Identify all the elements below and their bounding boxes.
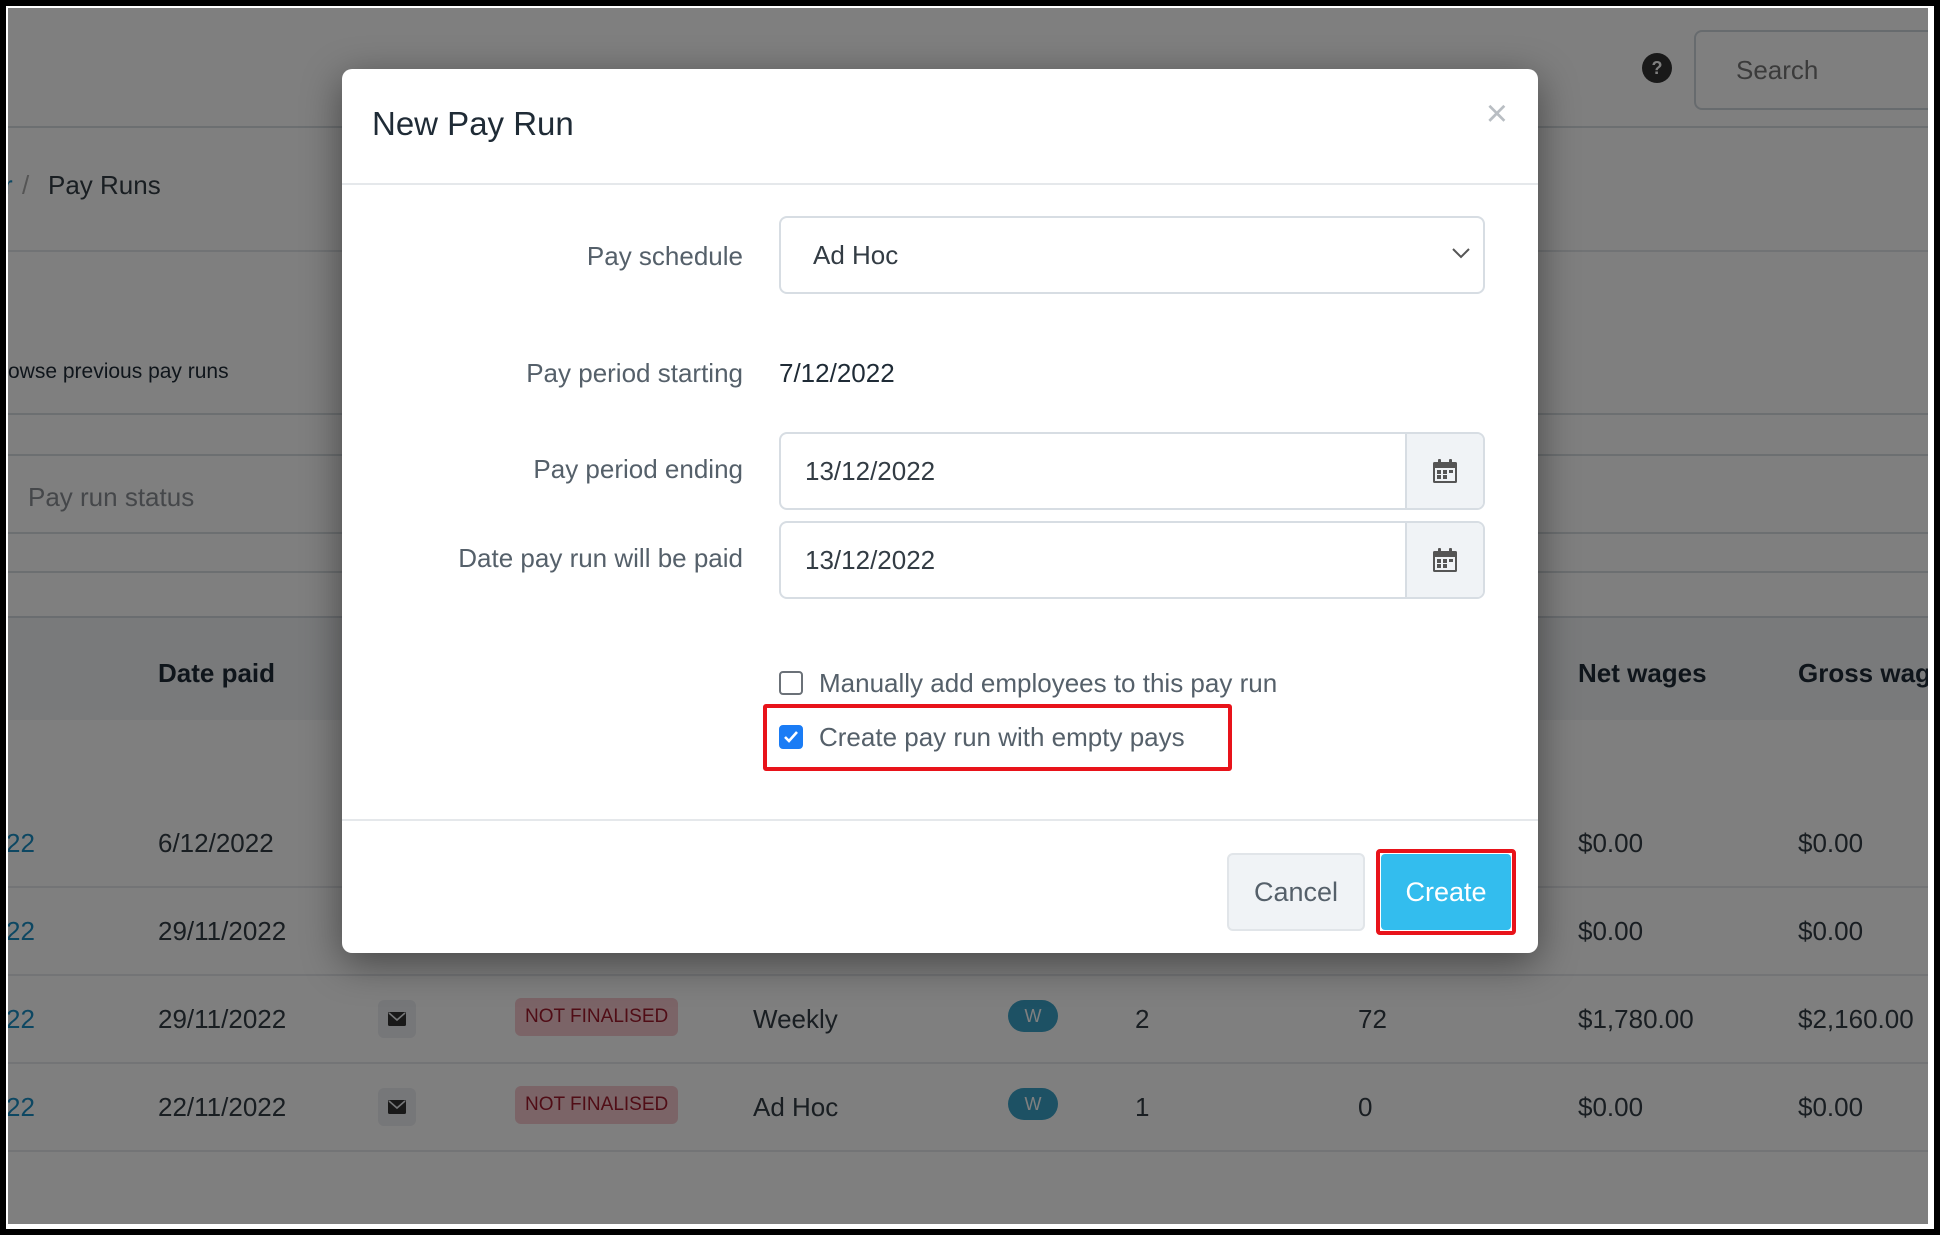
pay-period-starting-label: Pay period starting [526, 358, 743, 388]
date-paid-calendar-button[interactable] [1405, 523, 1483, 597]
pay-period-ending-calendar-button[interactable] [1405, 434, 1483, 508]
create-button[interactable]: Create [1381, 854, 1511, 930]
pay-period-starting-value: 7/12/2022 [779, 358, 895, 388]
manually-add-option[interactable]: Manually add employees to this pay run [779, 666, 1277, 700]
chevron-down-icon [1452, 248, 1470, 259]
checkmark-icon [784, 731, 798, 743]
dialog-footer: Cancel Create [342, 819, 1538, 953]
manually-add-label[interactable]: Manually add employees to this pay run [819, 668, 1277, 699]
pay-schedule-select[interactable]: Ad Hoc [779, 216, 1485, 294]
pay-schedule-value: Ad Hoc [813, 240, 899, 270]
screenshot-frame: ? Search r / Pay Runs owse previous pay … [6, 6, 1934, 1229]
manually-add-checkbox[interactable] [779, 671, 803, 695]
new-pay-run-dialog: New Pay Run × Pay schedule Ad Hoc Pay pe… [342, 69, 1538, 953]
empty-pays-label[interactable]: Create pay run with empty pays [819, 722, 1185, 753]
calendar-icon [1433, 548, 1457, 572]
pay-period-ending-group [779, 432, 1485, 510]
date-paid-input[interactable] [781, 523, 1407, 597]
pay-period-ending-input[interactable] [781, 434, 1407, 508]
pay-schedule-label: Pay schedule [586, 241, 743, 271]
cancel-button[interactable]: Cancel [1227, 853, 1365, 931]
close-icon[interactable]: × [1486, 95, 1508, 133]
dialog-header: New Pay Run × [342, 69, 1538, 185]
date-paid-group [779, 521, 1485, 599]
date-paid-label: Date pay run will be paid [458, 543, 743, 573]
app-page: ? Search r / Pay Runs owse previous pay … [8, 8, 1928, 1224]
empty-pays-option[interactable]: Create pay run with empty pays [779, 720, 1185, 754]
empty-pays-checkbox[interactable] [779, 725, 803, 749]
calendar-icon [1433, 459, 1457, 483]
dialog-title: New Pay Run [372, 105, 574, 142]
pay-period-ending-label: Pay period ending [533, 454, 743, 484]
